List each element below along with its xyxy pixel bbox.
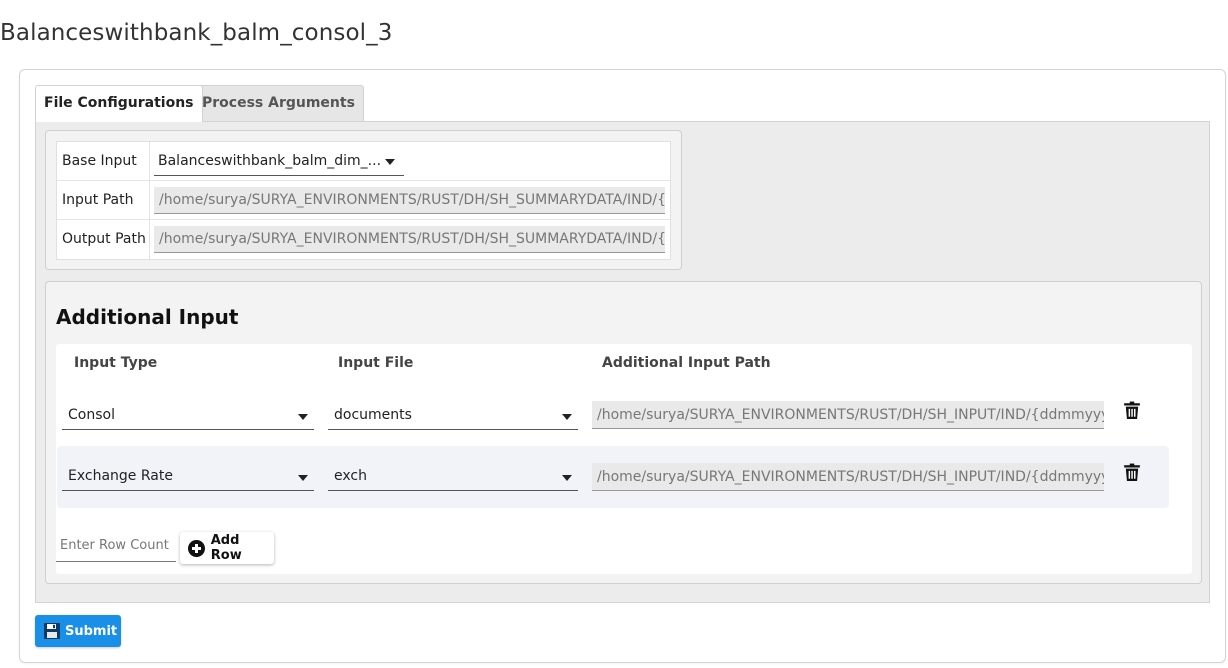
input-type-value: Consol [68, 407, 115, 423]
additional-input-title: Additional Input [56, 305, 239, 329]
additional-path-field[interactable]: /home/surya/SURYA_ENVIRONMENTS/RUST/DH/S… [592, 401, 1104, 429]
additional-input-grid: Input Type Input File Additional Input P… [56, 344, 1192, 574]
add-row-button[interactable]: Add Row [180, 532, 274, 564]
input-file-select[interactable]: exch [328, 462, 578, 491]
header-input-type: Input Type [74, 355, 158, 371]
input-file-select[interactable]: documents [328, 401, 578, 430]
input-file-value: documents [334, 407, 412, 423]
page-title: Balanceswithbank_balm_consol_3 [0, 20, 393, 46]
input-path-field[interactable]: /home/surya/SURYA_ENVIRONMENTS/RUST/DH/S… [154, 186, 665, 214]
base-input-label: Base Input [57, 142, 150, 180]
add-row-label: Add Row [210, 533, 242, 563]
input-type-select[interactable]: Exchange Rate [62, 462, 314, 491]
base-input-value: Balanceswithbank_balm_dim_... [158, 153, 382, 169]
submit-button[interactable]: Submit [35, 615, 121, 647]
tab-panel: Base Input Balanceswithbank_balm_dim_...… [35, 121, 1210, 603]
caret-down-icon [298, 475, 308, 481]
header-input-file: Input File [338, 355, 414, 371]
input-type-select[interactable]: Consol [62, 401, 314, 430]
caret-down-icon [562, 475, 572, 481]
table-row: Exchange Rate exch /home/surya/SURYA_ENV… [57, 446, 1169, 508]
submit-label: Submit [65, 623, 118, 639]
input-type-value: Exchange Rate [68, 468, 173, 484]
base-input-row: Base Input Balanceswithbank_balm_dim_... [57, 142, 670, 181]
additional-input-box: Additional Input Input Type Input File A… [45, 281, 1202, 584]
caret-down-icon [385, 159, 395, 165]
trash-icon[interactable] [1123, 401, 1141, 419]
caret-down-icon [298, 414, 308, 420]
base-config-table: Base Input Balanceswithbank_balm_dim_...… [56, 141, 671, 260]
main-card: File Configurations Process Arguments Ba… [19, 69, 1226, 663]
header-additional-path: Additional Input Path [602, 355, 771, 371]
output-path-row: Output Path /home/surya/SURYA_ENVIRONMEN… [57, 220, 670, 259]
input-file-value: exch [334, 468, 367, 484]
tab-file-configurations[interactable]: File Configurations [35, 85, 203, 122]
trash-icon[interactable] [1123, 463, 1141, 481]
caret-down-icon [562, 414, 572, 420]
base-config-box: Base Input Balanceswithbank_balm_dim_...… [45, 130, 682, 270]
output-path-field[interactable]: /home/surya/SURYA_ENVIRONMENTS/RUST/DH/S… [154, 226, 665, 253]
additional-path-field[interactable]: /home/surya/SURYA_ENVIRONMENTS/RUST/DH/S… [592, 463, 1104, 491]
input-path-row: Input Path /home/surya/SURYA_ENVIRONMENT… [57, 181, 670, 220]
row-count-input[interactable]: Enter Row Count [56, 532, 176, 562]
plus-circle-icon [188, 539, 205, 557]
save-icon [44, 623, 60, 639]
table-row: Consol documents /home/surya/SURYA_ENVIR… [57, 384, 1169, 446]
output-path-label: Output Path [57, 220, 150, 259]
base-input-select[interactable]: Balanceswithbank_balm_dim_... [154, 146, 404, 176]
input-path-label: Input Path [57, 181, 150, 219]
tab-process-arguments[interactable]: Process Arguments [193, 85, 364, 121]
